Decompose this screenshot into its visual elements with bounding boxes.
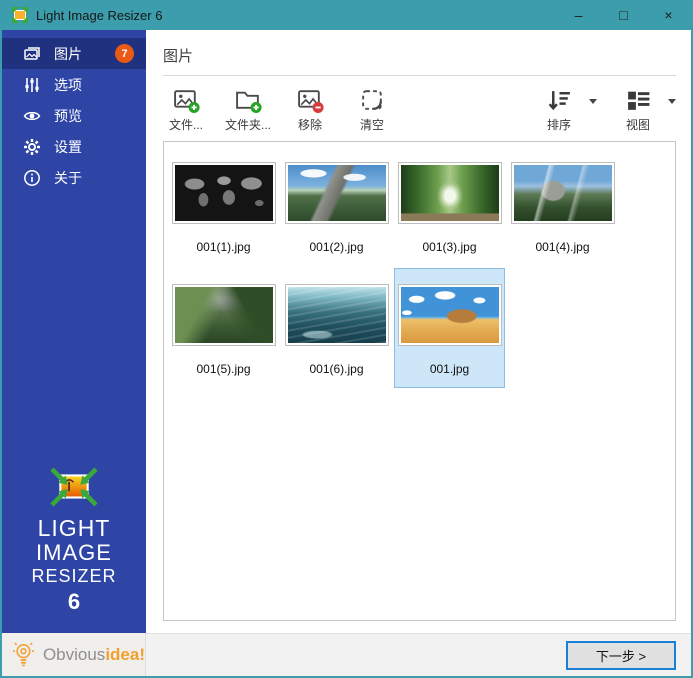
sort-label: 排序 bbox=[547, 116, 571, 133]
footer-bar: 下一步 > bbox=[146, 633, 691, 676]
app-window: Light Image Resizer 6 – □ × 图片 7 bbox=[0, 0, 693, 678]
brand-text: Obviousidea! bbox=[43, 645, 145, 665]
add-folder-button[interactable]: 文件夹... bbox=[225, 87, 271, 133]
sort-button[interactable]: 排序 bbox=[536, 87, 597, 133]
file-name: 001(1).jpg bbox=[196, 240, 250, 254]
sidebar-item-preview[interactable]: 预览 bbox=[2, 100, 146, 131]
sidebar-item-about[interactable]: 关于 bbox=[2, 162, 146, 193]
remove-button[interactable]: 移除 bbox=[287, 87, 333, 133]
main-panel: 图片 文件... bbox=[146, 30, 691, 676]
thumbnail-frame bbox=[285, 284, 389, 346]
sidebar-item-label: 预览 bbox=[54, 106, 82, 126]
clear-label: 清空 bbox=[360, 116, 384, 133]
maximize-button[interactable]: □ bbox=[601, 0, 646, 30]
remove-label: 移除 bbox=[298, 116, 322, 133]
thumbnail-world-map bbox=[175, 165, 273, 221]
file-item-001-selected[interactable]: 001.jpg bbox=[394, 268, 505, 388]
thumbnail-ocean-water bbox=[288, 287, 386, 343]
sidebar: 图片 7 选项 bbox=[2, 30, 146, 676]
view-dropdown-caret-icon[interactable] bbox=[668, 99, 676, 104]
obviousidea-logo[interactable]: Obviousidea! bbox=[2, 633, 146, 676]
toolbar: 文件... 文件夹... bbox=[146, 76, 691, 139]
sort-icon bbox=[546, 87, 573, 114]
info-icon bbox=[23, 169, 41, 187]
sidebar-item-settings[interactable]: 设置 bbox=[2, 131, 146, 162]
file-item-001-6[interactable]: 001(6).jpg bbox=[281, 268, 392, 388]
thumbnail-frame bbox=[398, 162, 502, 224]
thumbnail-frame bbox=[398, 284, 502, 346]
sidebar-item-label: 设置 bbox=[54, 137, 82, 157]
thumbnail-frame bbox=[172, 162, 276, 224]
sidebar-item-options[interactable]: 选项 bbox=[2, 69, 146, 100]
view-label: 视图 bbox=[626, 116, 650, 133]
resizer-arrows-icon bbox=[48, 466, 100, 508]
thumbnail-frame bbox=[511, 162, 615, 224]
next-button[interactable]: 下一步 > bbox=[566, 641, 676, 670]
add-image-icon bbox=[173, 87, 200, 114]
sliders-icon bbox=[23, 76, 41, 94]
sidebar-item-pictures[interactable]: 图片 7 bbox=[2, 38, 146, 69]
file-item-001-5[interactable]: 001(5).jpg bbox=[168, 268, 279, 388]
window-title: Light Image Resizer 6 bbox=[36, 8, 162, 23]
eye-icon bbox=[23, 107, 41, 125]
add-folder-icon bbox=[235, 87, 262, 114]
sidebar-nav: 图片 7 选项 bbox=[2, 30, 146, 193]
thumbnail-desert bbox=[401, 287, 499, 343]
file-name: 001.jpg bbox=[430, 362, 469, 376]
view-button-inner: 视图 bbox=[615, 87, 661, 133]
titlebar: Light Image Resizer 6 – □ × bbox=[2, 0, 691, 30]
app-logo-icon bbox=[11, 6, 29, 24]
file-item-001-2[interactable]: 001(2).jpg bbox=[281, 146, 392, 266]
logo-word-light: LIGHT bbox=[2, 516, 146, 541]
remove-image-icon bbox=[297, 87, 324, 114]
add-files-button[interactable]: 文件... bbox=[163, 87, 209, 133]
file-name: 001(2).jpg bbox=[309, 240, 363, 254]
add-files-label: 文件... bbox=[169, 116, 203, 133]
close-button[interactable]: × bbox=[646, 0, 691, 30]
image-list: 001(1).jpg 001(2).jpg 001(3).jpg 001(4).… bbox=[163, 141, 676, 621]
sort-button-inner: 排序 bbox=[536, 87, 582, 133]
thumbnail-green-valley bbox=[175, 287, 273, 343]
add-folder-label: 文件夹... bbox=[225, 116, 271, 133]
thumbnail-frame bbox=[172, 284, 276, 346]
file-item-001-4[interactable]: 001(4).jpg bbox=[507, 146, 618, 266]
file-name: 001(6).jpg bbox=[309, 362, 363, 376]
clear-button[interactable]: 清空 bbox=[349, 87, 395, 133]
logo-word-resizer: RESIZER bbox=[2, 565, 146, 587]
file-name: 001(5).jpg bbox=[196, 362, 250, 376]
view-button[interactable]: 视图 bbox=[615, 87, 676, 133]
product-logo: LIGHT IMAGE RESIZER 6 bbox=[2, 466, 146, 633]
minimize-button[interactable]: – bbox=[556, 0, 601, 30]
logo-word-image: IMAGE bbox=[2, 541, 146, 565]
file-name: 001(3).jpg bbox=[422, 240, 476, 254]
sidebar-item-label: 图片 bbox=[54, 44, 82, 64]
thumbnail-mountain-vista bbox=[514, 165, 612, 221]
thumbnail-frame bbox=[285, 162, 389, 224]
sidebar-item-label: 关于 bbox=[54, 168, 82, 188]
page-title: 图片 bbox=[146, 30, 691, 75]
lightbulb-icon bbox=[12, 639, 35, 671]
logo-version: 6 bbox=[2, 589, 146, 615]
photos-icon bbox=[23, 45, 41, 63]
file-name: 001(4).jpg bbox=[535, 240, 589, 254]
sort-dropdown-caret-icon[interactable] bbox=[589, 99, 597, 104]
thumbnail-mountain-sky bbox=[288, 165, 386, 221]
gear-icon bbox=[23, 138, 41, 156]
clear-selection-icon bbox=[359, 87, 386, 114]
picture-count-badge: 7 bbox=[115, 44, 134, 63]
thumbnail-tree-tunnel bbox=[401, 165, 499, 221]
file-item-001-1[interactable]: 001(1).jpg bbox=[168, 146, 279, 266]
view-mode-icon bbox=[625, 87, 652, 114]
sidebar-item-label: 选项 bbox=[54, 75, 82, 95]
file-item-001-3[interactable]: 001(3).jpg bbox=[394, 146, 505, 266]
